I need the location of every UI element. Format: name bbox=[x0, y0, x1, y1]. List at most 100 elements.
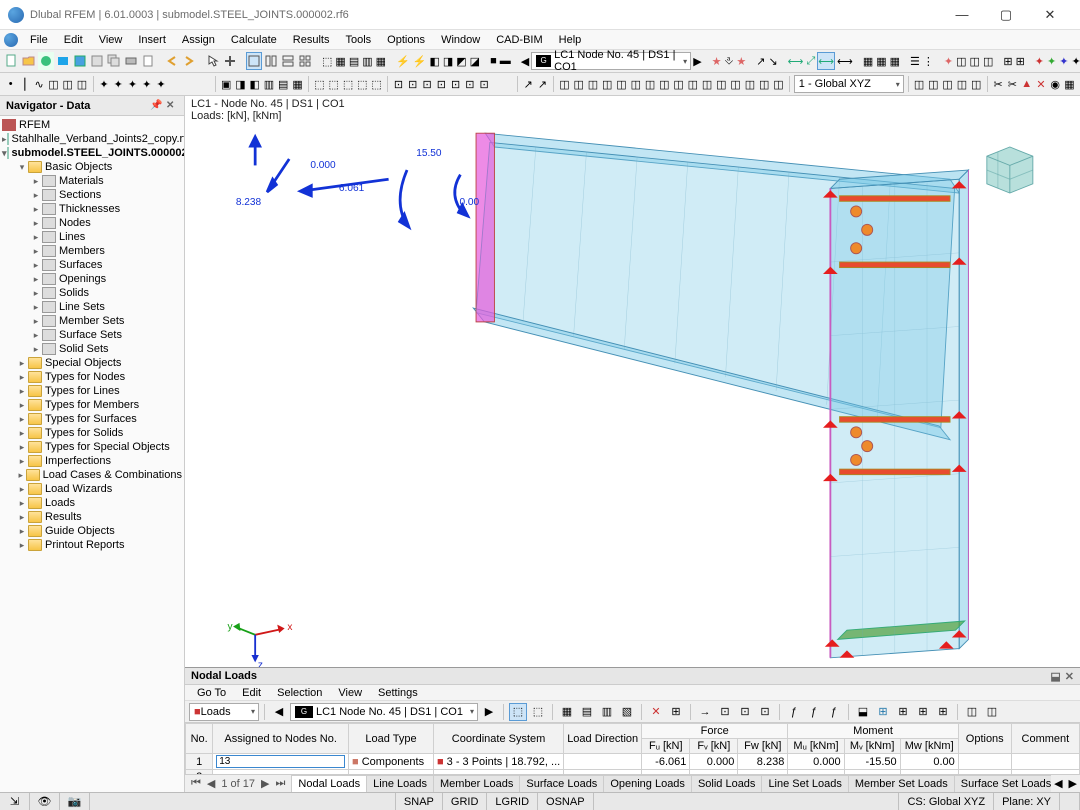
tb2-h[interactable]: ✦ bbox=[112, 75, 125, 93]
select-button[interactable] bbox=[205, 52, 221, 70]
nav-basic-soset[interactable]: ▸Solid Sets bbox=[0, 342, 184, 356]
tb2-f[interactable]: ◫ bbox=[75, 75, 88, 93]
nav-folder[interactable]: ▸Types for Solids bbox=[0, 426, 184, 440]
page-prev[interactable]: ◀ bbox=[205, 777, 217, 790]
bp-tab[interactable]: Nodal Loads bbox=[291, 775, 367, 792]
tb2-r[interactable]: ⬚ bbox=[313, 75, 326, 93]
tb2-ac[interactable]: ⊡ bbox=[477, 75, 490, 93]
ts-a[interactable]: ⬚ bbox=[321, 52, 333, 70]
tb2-s[interactable]: ⬚ bbox=[327, 75, 340, 93]
nav-basic-thk[interactable]: ▸Thicknesses bbox=[0, 202, 184, 216]
bp-tb-u[interactable]: ◫ bbox=[963, 703, 981, 721]
bp-tb-s[interactable]: ⊞ bbox=[914, 703, 932, 721]
menu-cadbim[interactable]: CAD-BIM bbox=[488, 32, 550, 48]
ts-y[interactable]: ◫ bbox=[955, 52, 967, 70]
nav-folder[interactable]: ▸Guide Objects bbox=[0, 524, 184, 538]
undo-button[interactable] bbox=[164, 52, 180, 70]
open-button[interactable] bbox=[21, 52, 37, 70]
tb2-bd[interactable]: ✕ bbox=[1034, 75, 1047, 93]
dim1-button[interactable]: ⟷ bbox=[787, 52, 805, 70]
ax1[interactable]: ✦ bbox=[1034, 52, 1045, 70]
bp-tab[interactable]: Line Loads bbox=[366, 775, 434, 792]
table-row[interactable]: 1 ■ Components ■ 3 - 3 Points | 18.792, … bbox=[186, 754, 1080, 770]
view1-button[interactable] bbox=[246, 52, 262, 70]
sb-osnap[interactable]: OSNAP bbox=[538, 793, 594, 810]
tb2-as[interactable]: ◫ bbox=[743, 75, 756, 93]
ts-f[interactable]: ⚡ bbox=[395, 52, 411, 70]
navigator-pin-icon[interactable]: 📌 bbox=[150, 100, 162, 112]
tb2-c[interactable]: ∿ bbox=[33, 75, 46, 93]
maximize-button[interactable]: ▢ bbox=[984, 1, 1028, 29]
sb-snap[interactable]: SNAP bbox=[396, 793, 443, 810]
bp-tb-r[interactable]: ⊞ bbox=[894, 703, 912, 721]
tb2-ap[interactable]: ◫ bbox=[700, 75, 713, 93]
ts-b[interactable]: ▦ bbox=[334, 52, 346, 70]
nav-model-1[interactable]: ▾submodel.STEEL_JOINTS.000002.rf6* bbox=[0, 146, 184, 160]
tb2-k[interactable]: ✦ bbox=[154, 75, 167, 93]
tb2-w[interactable]: ⊡ bbox=[392, 75, 405, 93]
menu-view[interactable]: View bbox=[91, 32, 131, 48]
view-cube[interactable] bbox=[987, 147, 1033, 193]
tb2-au[interactable]: ◫ bbox=[772, 75, 785, 93]
ts-g[interactable]: ⚡ bbox=[412, 52, 428, 70]
nav-folder[interactable]: ▸Types for Nodes bbox=[0, 370, 184, 384]
bp-tab[interactable]: Solid Loads bbox=[691, 775, 763, 792]
page-next[interactable]: ▶ bbox=[259, 777, 271, 790]
nav-folder[interactable]: ▸Results bbox=[0, 510, 184, 524]
tabs-scroll-left[interactable]: ◀ bbox=[1051, 777, 1065, 790]
bp-lc-next[interactable]: ▶ bbox=[480, 703, 498, 721]
menu-insert[interactable]: Insert bbox=[130, 32, 174, 48]
nav-basic-objects[interactable]: ▾Basic Objects bbox=[0, 160, 184, 174]
sb-grid[interactable]: GRID bbox=[443, 793, 488, 810]
bp-tab[interactable]: Line Set Loads bbox=[761, 775, 848, 792]
bp-tb-i[interactable]: → bbox=[696, 703, 714, 721]
tb2-ah[interactable]: ◫ bbox=[586, 75, 599, 93]
new-button[interactable] bbox=[4, 52, 20, 70]
sb-pin-icon[interactable]: ⇲ bbox=[0, 793, 30, 810]
tb2-m[interactable]: ◨ bbox=[234, 75, 247, 93]
ts-z[interactable]: ◫ bbox=[969, 52, 981, 70]
tb2-an[interactable]: ◫ bbox=[672, 75, 685, 93]
bp-menu-edit[interactable]: Edit bbox=[234, 686, 269, 700]
cs-combo[interactable]: 1 - Global XYZ bbox=[794, 75, 904, 93]
bp-tb-v[interactable]: ◫ bbox=[983, 703, 1001, 721]
bp-tb-p[interactable]: ⬓ bbox=[854, 703, 872, 721]
tb2-bf[interactable]: ▦ bbox=[1063, 75, 1076, 93]
bp-entity-combo[interactable]: ■ Loads bbox=[189, 703, 259, 721]
tb2-j[interactable]: ✦ bbox=[140, 75, 153, 93]
nav-root[interactable]: RFEM bbox=[0, 118, 184, 132]
ts-t[interactable]: ▦ bbox=[875, 52, 887, 70]
tb2-ab[interactable]: ⊡ bbox=[463, 75, 476, 93]
nav-basic-line[interactable]: ▸Lines bbox=[0, 230, 184, 244]
tb2-x[interactable]: ⊡ bbox=[406, 75, 419, 93]
bp-tb-q[interactable]: ⊞ bbox=[874, 703, 892, 721]
bp-pin-icon[interactable]: ⬓ bbox=[1050, 670, 1060, 683]
view2-button[interactable] bbox=[263, 52, 279, 70]
ts-m[interactable]: ▬ bbox=[499, 52, 512, 70]
menu-options[interactable]: Options bbox=[379, 32, 433, 48]
sb-eye-icon[interactable]: 👁 bbox=[30, 793, 60, 810]
ts-r[interactable]: ↘ bbox=[767, 52, 778, 70]
tb2-ak[interactable]: ◫ bbox=[629, 75, 642, 93]
ts-aa[interactable]: ◫ bbox=[982, 52, 994, 70]
tabs-scroll-right[interactable]: ▶ bbox=[1066, 777, 1080, 790]
nav-basic-surf[interactable]: ▸Surfaces bbox=[0, 258, 184, 272]
tb2-be[interactable]: ◉ bbox=[1049, 75, 1062, 93]
bp-menu-settings[interactable]: Settings bbox=[370, 686, 426, 700]
ts-p[interactable]: ★ bbox=[735, 52, 747, 70]
bp-tb-o[interactable]: ƒ bbox=[825, 703, 843, 721]
saveall-button[interactable] bbox=[106, 52, 122, 70]
lc-prev-button[interactable]: ◀ bbox=[520, 52, 530, 70]
ts-j[interactable]: ◩ bbox=[455, 52, 467, 70]
ts-ac[interactable]: ⊞ bbox=[1015, 52, 1026, 70]
bp-tb-k[interactable]: ⊡ bbox=[736, 703, 754, 721]
tb2-p[interactable]: ▤ bbox=[277, 75, 290, 93]
menu-help[interactable]: Help bbox=[551, 32, 590, 48]
nav-folder[interactable]: ▸Types for Special Objects bbox=[0, 440, 184, 454]
bp-menu-selection[interactable]: Selection bbox=[269, 686, 330, 700]
ts-e[interactable]: ▦ bbox=[375, 52, 387, 70]
view3-button[interactable] bbox=[280, 52, 296, 70]
bp-menu-view[interactable]: View bbox=[330, 686, 370, 700]
menu-tools[interactable]: Tools bbox=[337, 32, 379, 48]
nav-basic-sol[interactable]: ▸Solids bbox=[0, 286, 184, 300]
